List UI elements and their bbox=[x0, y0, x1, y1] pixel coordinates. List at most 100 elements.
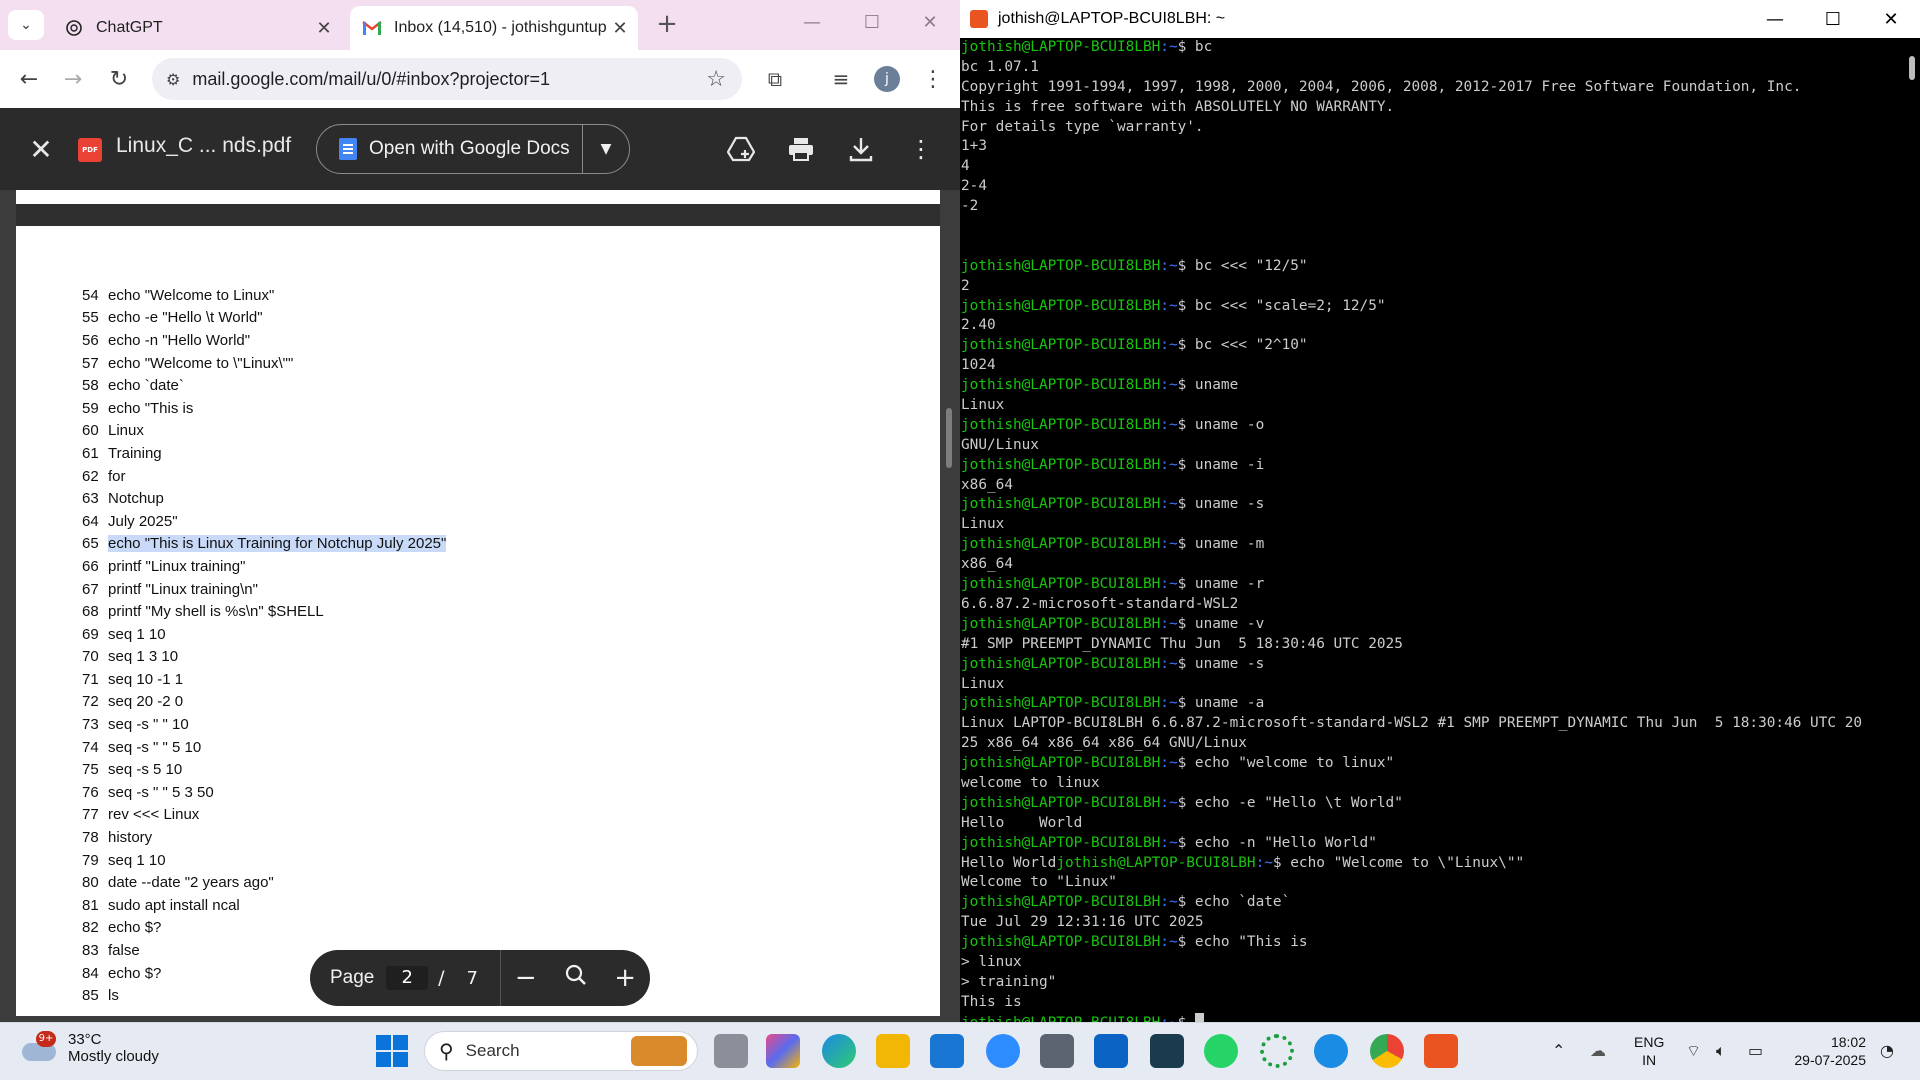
terminal-line: GNU/Linux bbox=[960, 436, 1904, 456]
prompt-path: :~ bbox=[1160, 695, 1178, 712]
add-to-drive-icon[interactable] bbox=[724, 132, 758, 166]
pdf-line: 76 seq -s " " 5 3 50 bbox=[82, 781, 446, 804]
output-text: bc 1.07.1 bbox=[961, 58, 1039, 75]
camera-icon[interactable] bbox=[1040, 1034, 1074, 1068]
open-with-google-docs-button[interactable]: Open with Google Docs ▼ bbox=[316, 124, 630, 174]
command-text: $ echo "welcome to linux" bbox=[1177, 755, 1395, 772]
terminal-line: Linux bbox=[960, 675, 1904, 695]
terminal-line: Linux LAPTOP-BCUI8LBH 6.6.87.2-microsoft… bbox=[960, 714, 1904, 734]
tab-search-button[interactable]: ⌄ bbox=[8, 10, 44, 40]
download-icon[interactable] bbox=[844, 132, 878, 166]
taskbar-search[interactable]: ⚲ Search bbox=[424, 1031, 698, 1071]
help-icon[interactable] bbox=[1314, 1034, 1348, 1068]
terminal-scrollbar[interactable] bbox=[1904, 38, 1920, 1022]
terminal-line: > training" bbox=[960, 973, 1904, 993]
show-hidden-icons-icon[interactable]: ⌃ bbox=[1552, 1041, 1565, 1060]
url-text: mail.google.com/mail/u/0/#inbox?projecto… bbox=[192, 68, 551, 89]
new-tab-button[interactable]: + bbox=[652, 10, 682, 40]
prompt-path: :~ bbox=[1160, 834, 1178, 851]
bookmark-star-icon[interactable]: ☆ bbox=[706, 67, 726, 92]
line-text: July 2025" bbox=[108, 512, 178, 530]
app-icon[interactable] bbox=[1094, 1034, 1128, 1068]
line-text: for bbox=[108, 467, 126, 485]
close-icon[interactable]: ✕ bbox=[26, 136, 56, 166]
pdf-line: 72 seq 20 -2 0 bbox=[82, 691, 446, 714]
prompt-user: jothish@LAPTOP-BCUI8LBH bbox=[961, 416, 1161, 433]
output-text: 2-4 bbox=[961, 178, 987, 195]
zoom-fit-icon[interactable] bbox=[551, 963, 601, 993]
close-tab-icon[interactable]: ✕ bbox=[310, 18, 338, 39]
zoom-icon[interactable] bbox=[986, 1034, 1020, 1068]
copilot-icon[interactable] bbox=[766, 1034, 800, 1068]
tab-inbox[interactable]: Inbox (14,510) - jothishguntupa ✕ bbox=[350, 6, 638, 50]
notifications-icon[interactable]: ◔ bbox=[1880, 1041, 1894, 1060]
microsoft-store-icon[interactable] bbox=[930, 1034, 964, 1068]
line-text: seq 1 10 bbox=[108, 625, 166, 643]
back-arrow-icon[interactable]: ← bbox=[14, 64, 44, 94]
terminal-line: This is bbox=[960, 993, 1904, 1013]
terminal-line: jothish@LAPTOP-BCUI8LBH:~$ bc bbox=[960, 38, 1904, 58]
address-bar[interactable]: ⚙ mail.google.com/mail/u/0/#inbox?projec… bbox=[152, 58, 742, 100]
onedrive-icon[interactable]: ☁ bbox=[1590, 1041, 1606, 1060]
wifi-icon[interactable]: ⌔ bbox=[1686, 1041, 1701, 1061]
zoom-in-icon[interactable]: + bbox=[600, 963, 650, 993]
pdf-file-icon: PDF bbox=[78, 138, 102, 162]
battery-icon[interactable]: ▭ bbox=[1748, 1041, 1763, 1060]
menu-kebab-icon[interactable]: ⋮ bbox=[918, 64, 948, 94]
extensions-icon[interactable]: ⧉ bbox=[760, 64, 790, 94]
output-text: Linux bbox=[961, 675, 1005, 692]
chrome-icon[interactable] bbox=[1370, 1034, 1404, 1068]
line-text: printf "Linux training" bbox=[108, 557, 246, 575]
print-icon[interactable] bbox=[784, 132, 818, 166]
media-control-icon[interactable]: ≡ bbox=[826, 64, 856, 94]
zoom-out-icon[interactable]: − bbox=[501, 963, 551, 993]
pdf-scrollbar[interactable] bbox=[946, 408, 952, 468]
app-icon[interactable] bbox=[1150, 1034, 1184, 1068]
line-number: 66 bbox=[82, 557, 99, 575]
prompt-path: :~ bbox=[1255, 854, 1273, 871]
app-icon[interactable] bbox=[1260, 1034, 1294, 1068]
weather-widget[interactable]: 9+ 33°C Mostly cloudy bbox=[22, 1031, 159, 1065]
minimize-icon[interactable]: — bbox=[1746, 9, 1804, 30]
terminal-line: 2-4 bbox=[960, 177, 1904, 197]
volume-icon[interactable]: 🔈︎ bbox=[1716, 1041, 1726, 1061]
windows-start-icon[interactable] bbox=[376, 1035, 408, 1067]
line-text: seq -s " " 5 10 bbox=[108, 738, 202, 756]
maximize-icon[interactable]: ☐ bbox=[852, 12, 892, 33]
command-text: $ uname -a bbox=[1177, 695, 1265, 712]
pdf-line: 80 date --date "2 years ago" bbox=[82, 871, 446, 894]
tab-chatgpt[interactable]: ChatGPT ✕ bbox=[52, 6, 342, 50]
prompt-path: :~ bbox=[1160, 377, 1178, 394]
more-options-icon[interactable]: ⋮ bbox=[904, 132, 938, 166]
close-window-icon[interactable]: ✕ bbox=[1862, 9, 1920, 30]
whatsapp-icon[interactable] bbox=[1204, 1034, 1238, 1068]
terminal-output[interactable]: jothish@LAPTOP-BCUI8LBH:~$ bc bc 1.07.1 Co… bbox=[960, 38, 1904, 1022]
edge-icon[interactable] bbox=[822, 1034, 856, 1068]
site-settings-icon[interactable]: ⚙ bbox=[166, 70, 180, 89]
line-number: 80 bbox=[82, 874, 99, 892]
task-view-icon[interactable] bbox=[714, 1034, 748, 1068]
page-number-input[interactable]: 2 bbox=[386, 966, 429, 990]
line-text: ls bbox=[108, 987, 119, 1005]
profile-avatar[interactable]: j bbox=[874, 66, 900, 92]
terminal-line: > linux bbox=[960, 953, 1904, 973]
browser-toolbar: ← → ↻ ⚙ mail.google.com/mail/u/0/#inbox?… bbox=[0, 50, 960, 108]
reload-icon[interactable]: ↻ bbox=[104, 64, 134, 94]
minimize-icon[interactable]: — bbox=[792, 12, 832, 33]
prompt-path: :~ bbox=[1160, 536, 1178, 553]
close-tab-icon[interactable]: ✕ bbox=[606, 18, 634, 39]
prompt-user: jothish@LAPTOP-BCUI8LBH bbox=[961, 755, 1161, 772]
dropdown-caret-icon[interactable]: ▼ bbox=[583, 141, 629, 157]
output-text: 2 bbox=[961, 277, 970, 294]
file-explorer-icon[interactable] bbox=[876, 1034, 910, 1068]
maximize-icon[interactable]: ☐ bbox=[1804, 9, 1862, 30]
close-window-icon[interactable]: ✕ bbox=[910, 12, 950, 33]
ubuntu-icon[interactable] bbox=[1424, 1034, 1458, 1068]
line-text: seq -s " " 5 3 50 bbox=[108, 783, 214, 801]
system-clock[interactable]: 18:02 29-07-2025 bbox=[1786, 1033, 1866, 1069]
terminal-line: bc 1.07.1 bbox=[960, 58, 1904, 78]
terminal-line: #1 SMP PREEMPT_DYNAMIC Thu Jun 5 18:30:4… bbox=[960, 635, 1904, 655]
language-indicator[interactable]: ENG IN bbox=[1634, 1033, 1664, 1069]
forward-arrow-icon[interactable]: → bbox=[58, 64, 88, 94]
terminal-title: jothish@LAPTOP-BCUI8LBH: ~ bbox=[998, 10, 1226, 27]
